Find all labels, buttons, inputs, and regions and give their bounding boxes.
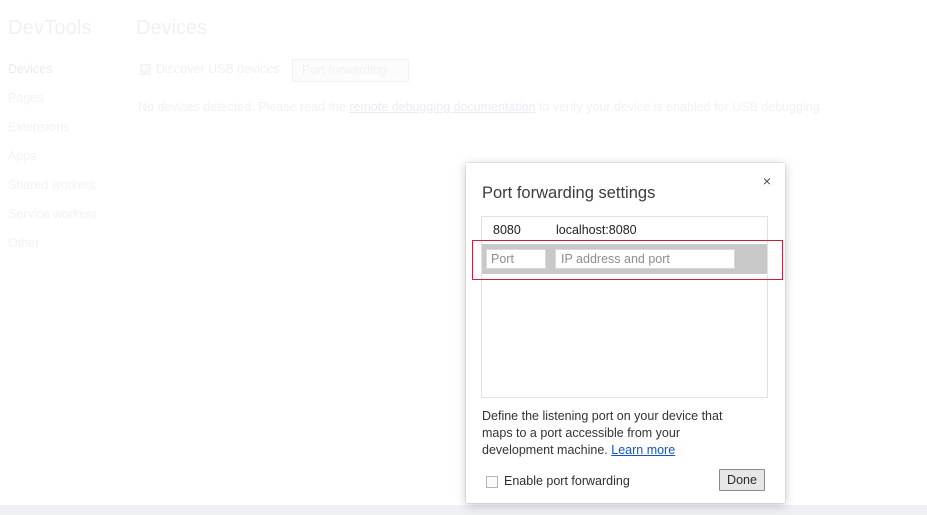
close-icon[interactable]: × [757,171,777,191]
page-title: Devices [136,17,208,39]
bottom-band [0,505,927,515]
sidebar-item-label: Service workers [8,207,97,221]
sidebar-item-other[interactable]: Other [8,236,39,250]
port-forwarding-dialog: × Port forwarding settings 8080 localhos… [466,163,785,503]
sidebar-item-label: Other [8,236,40,250]
port-forwarding-button[interactable]: Port forwarding… [292,59,410,82]
remote-debugging-documentation-link[interactable]: remote debugging documentation [349,100,535,114]
row-address: localhost:8080 [556,223,637,237]
sidebar-item-shared-workers[interactable]: Shared workers [8,178,96,192]
status-text-suffix: to verify your device is enabled for USB… [535,100,824,114]
done-button[interactable]: Done [719,469,765,491]
discover-usb-label: Discover USB devices [156,62,280,76]
sidebar: DevTools Devices Pages Extensions Apps S… [0,0,135,505]
enable-port-forwarding-label: Enable port forwarding [504,474,630,488]
sidebar-item-apps[interactable]: Apps [8,149,37,163]
sidebar-item-label: Shared workers [8,178,96,192]
dialog-title: Port forwarding settings [482,184,656,202]
sidebar-item-service-workers[interactable]: Service workers [8,207,97,221]
sidebar-item-label: Pages [8,91,44,105]
sidebar-item-label: Apps [8,149,37,163]
ip-address-and-port-input[interactable] [555,249,735,269]
sidebar-item-pages[interactable]: Pages [8,91,43,105]
row-port: 8080 [493,223,521,237]
sidebar-item-devices[interactable]: Devices [8,62,52,76]
port-forwarding-list[interactable]: 8080 localhost:8080 [481,216,768,398]
sidebar-item-label: Devices [8,62,53,76]
discover-usb-checkbox[interactable] [140,64,151,75]
sidebar-item-label: Extensions [8,120,70,134]
port-forwarding-edit-row[interactable] [482,244,767,274]
enable-port-forwarding-checkbox[interactable] [486,476,498,488]
dialog-description: Define the listening port on your device… [482,408,752,459]
app-title: DevTools [8,17,92,39]
no-devices-status: No devices detected. Please read the rem… [138,100,823,114]
devtools-page: DevTools Devices Pages Extensions Apps S… [0,0,927,505]
sidebar-item-extensions[interactable]: Extensions [8,120,69,134]
learn-more-link[interactable]: Learn more [611,443,675,457]
port-input[interactable] [486,249,546,269]
dialog-description-text: Define the listening port on your device… [482,409,723,457]
table-row[interactable]: 8080 localhost:8080 [482,217,767,243]
status-text-prefix: No devices detected. Please read the [138,100,350,114]
